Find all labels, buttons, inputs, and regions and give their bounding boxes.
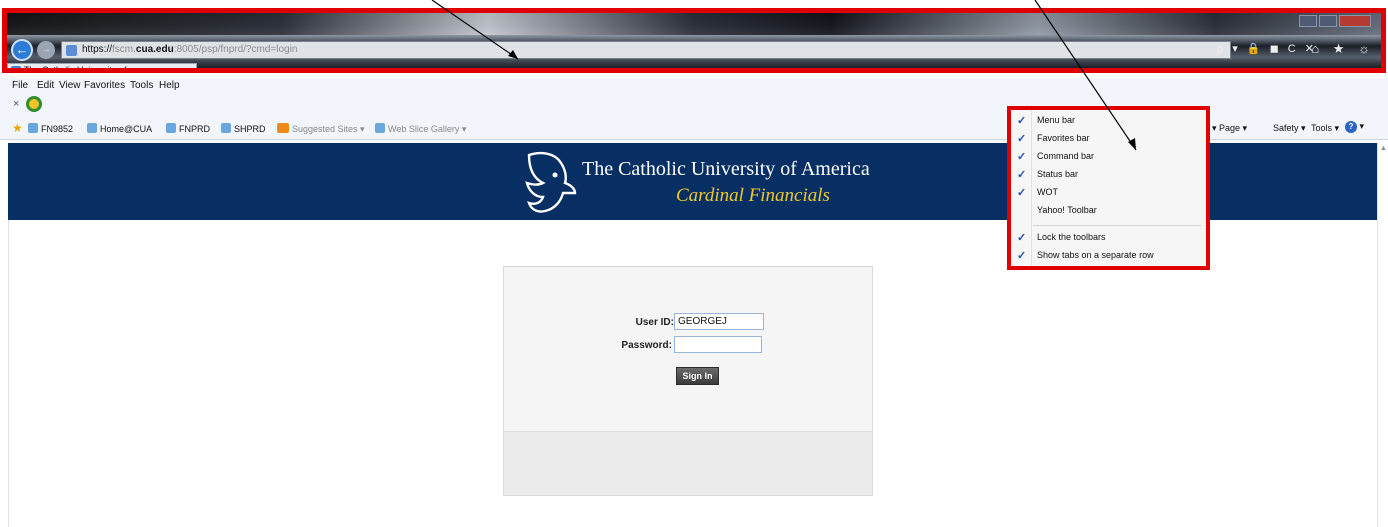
fav-label: SHPRD <box>234 124 266 134</box>
fav-home-cua[interactable]: Home@CUA <box>87 123 152 134</box>
help-dropdown-arrow: ▾ <box>1359 121 1365 131</box>
close-window-button[interactable] <box>1339 15 1371 27</box>
page-scrollbar[interactable]: ▲ <box>1377 143 1388 527</box>
checkmark-icon: ✓ <box>1017 169 1027 181</box>
menu-item-label: Favorites bar <box>1037 133 1090 143</box>
menu-help[interactable]: Help <box>159 80 180 91</box>
sign-in-button[interactable]: Sign In <box>676 367 719 385</box>
menu-favorites[interactable]: Favorites <box>84 80 125 91</box>
checkmark-icon: ✓ <box>1017 250 1027 262</box>
back-button[interactable]: ← <box>11 39 33 61</box>
checkmark-icon: ✓ <box>1017 133 1027 145</box>
fav-shprd[interactable]: SHPRD <box>221 123 266 134</box>
window-controls <box>1299 15 1371 27</box>
fav-label: FN9852 <box>41 124 74 134</box>
command-page[interactable]: ▾ Page ▾ <box>1212 123 1247 134</box>
url-domain: cua.edu <box>135 44 174 55</box>
url-rest: :8005/psp/fnprd/?cmd=login <box>173 44 298 55</box>
login-form: User ID: Password: Sign In <box>503 266 873 496</box>
menu-separator <box>1033 225 1201 226</box>
menu-item-label: WOT <box>1037 187 1058 197</box>
site-icon <box>66 45 77 56</box>
fav-label: Home@CUA <box>100 124 153 134</box>
command-tools[interactable]: Tools ▾ <box>1311 123 1339 134</box>
home-favorites-tools-icons[interactable]: ⌂ ★ ☼ <box>1311 41 1375 57</box>
fav-web-slice-gallery[interactable]: Web Slice Gallery ▾ <box>375 123 466 135</box>
tab-close-icon[interactable]: × <box>187 65 192 68</box>
banner-title: The Catholic University of America <box>582 158 870 180</box>
checkmark-icon: ✓ <box>1017 187 1027 199</box>
menu-item-status-bar[interactable]: ✓ Status bar <box>1011 166 1206 184</box>
address-bar[interactable]: https://fscm.cua.edu:8005/psp/fnprd/?cmd… <box>61 41 1231 59</box>
menu-item-yahoo-toolbar[interactable]: Yahoo! Toolbar <box>1011 202 1206 220</box>
toolbars-context-menu: ✓ Menu bar ✓ Favorites bar ✓ Command bar ✓ Stat… <box>1007 106 1210 270</box>
checkmark-icon: ✓ <box>1017 115 1027 127</box>
page-left-border <box>8 220 9 527</box>
menu-item-command-bar[interactable]: ✓ Command bar <box>1011 148 1206 166</box>
forward-button[interactable]: → <box>37 41 55 59</box>
menu-tools[interactable]: Tools <box>130 80 153 91</box>
fav-label: FNPRD <box>179 124 210 134</box>
menu-item-show-tabs-on-a-separate-row[interactable]: ✓ Show tabs on a separate row <box>1011 247 1206 265</box>
password-input[interactable] <box>674 336 762 353</box>
command-safety[interactable]: Safety ▾ <box>1273 123 1306 134</box>
fav-fnprd[interactable]: FNPRD <box>166 123 210 134</box>
browser-chrome: ← → https://fscm.cua.edu:8005/psp/fnprd/… <box>2 8 1386 73</box>
menu-item-favorites-bar[interactable]: ✓ Favorites bar <box>1011 130 1206 148</box>
fav-suggested-sites[interactable]: Suggested Sites ▾ <box>277 123 365 135</box>
menu-item-label: Status bar <box>1037 169 1079 179</box>
ie-page-icon <box>11 66 21 68</box>
minimize-button[interactable] <box>1299 15 1317 27</box>
favorites-star-icon[interactable]: ★ <box>12 121 23 135</box>
menu-item-label: Show tabs on a separate row <box>1037 250 1154 260</box>
ie-page-icon <box>221 123 231 133</box>
user-id-input[interactable] <box>674 313 764 330</box>
menu-bar: File Edit View Favorites Tools Help <box>0 78 1388 94</box>
menu-item-label: Yahoo! Toolbar <box>1037 205 1097 215</box>
ie-page-icon <box>28 123 38 133</box>
scroll-up-icon[interactable]: ▲ <box>1380 145 1387 152</box>
fav-label: Web Slice Gallery ▾ <box>388 124 467 134</box>
menu-item-wot[interactable]: ✓ WOT <box>1011 184 1206 202</box>
cardinal-logo-icon <box>525 151 577 213</box>
checkmark-icon: ✓ <box>1017 151 1027 163</box>
suggested-sites-icon <box>277 123 289 133</box>
url-scheme: https:// <box>82 44 113 55</box>
wot-icon[interactable] <box>26 96 42 112</box>
close-toolbar-icon[interactable]: × <box>13 98 19 110</box>
tab-title: The Catholic University of ... <box>24 65 137 73</box>
menu-edit[interactable]: Edit <box>37 80 54 91</box>
menu-item-label: Lock the toolbars <box>1037 232 1106 242</box>
menu-item-label: Command bar <box>1037 151 1095 161</box>
maximize-button[interactable] <box>1319 15 1337 27</box>
menu-item-label: Menu bar <box>1037 115 1076 125</box>
url-host-sub: fscm. <box>112 44 136 55</box>
user-id-label: User ID: <box>635 317 674 328</box>
menu-file[interactable]: File <box>12 80 28 91</box>
menu-item-lock-the-toolbars[interactable]: ✓ Lock the toolbars <box>1011 229 1206 247</box>
menu-view[interactable]: View <box>59 80 81 91</box>
ie-page-icon <box>87 123 97 133</box>
address-tools[interactable]: ρ ▾ 🔒 ◼ C ✕ <box>1217 42 1317 55</box>
password-label: Password: <box>621 340 672 351</box>
banner-subtitle: Cardinal Financials <box>676 185 830 206</box>
ie-page-icon <box>375 123 385 133</box>
ie-page-icon <box>166 123 176 133</box>
checkmark-icon: ✓ <box>1017 232 1027 244</box>
help-icon: ? <box>1345 121 1357 133</box>
command-help[interactable]: ? ▾ <box>1345 121 1364 133</box>
fav-label: Suggested Sites ▾ <box>292 124 365 134</box>
menu-item-menu-bar[interactable]: ✓ Menu bar <box>1011 112 1206 130</box>
fav-fn9852[interactable]: FN9852 <box>28 123 73 134</box>
login-footer <box>504 431 872 495</box>
tab-catholic-university[interactable]: The Catholic University of ... × <box>7 63 197 73</box>
